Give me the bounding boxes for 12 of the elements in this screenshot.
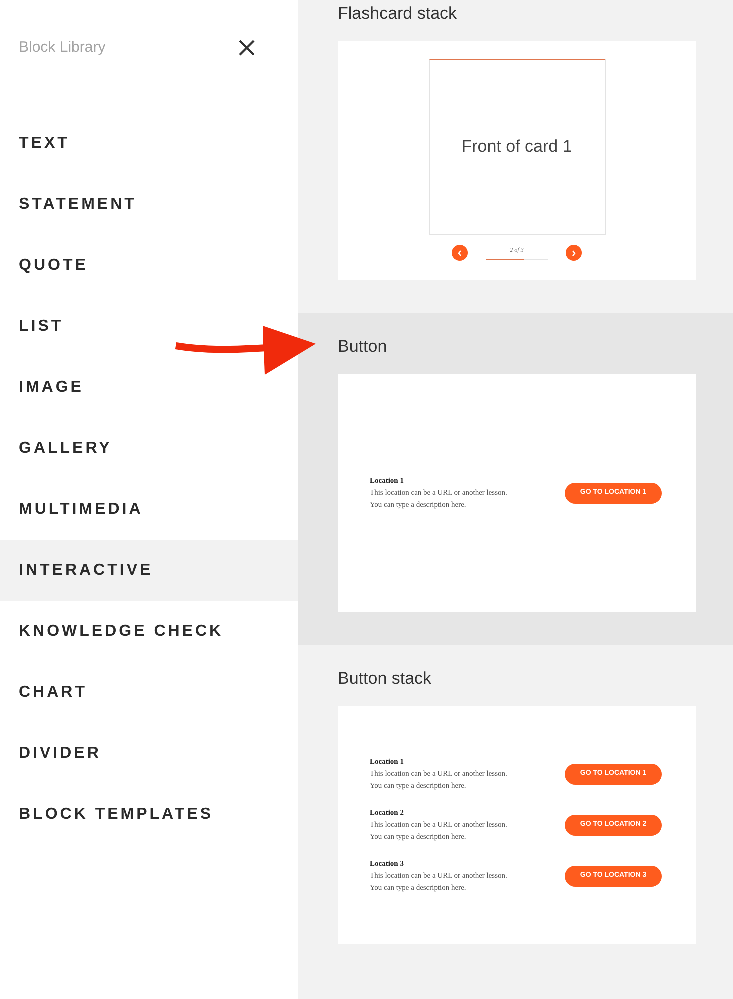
close-button[interactable] [238, 39, 256, 57]
block-title: Flashcard stack [338, 3, 458, 25]
card-text: Front of card 1 [462, 136, 572, 158]
sidebar-title: Block Library [19, 38, 106, 58]
sidebar-item[interactable]: INTERACTIVE [0, 540, 298, 601]
chevron-right-icon [571, 250, 577, 256]
next-button[interactable] [566, 245, 582, 261]
block-title: Button stack [338, 668, 433, 690]
chevron-left-icon [457, 250, 463, 256]
close-icon [238, 39, 256, 57]
block-title: Button [338, 336, 388, 358]
previous-button[interactable] [452, 245, 468, 261]
